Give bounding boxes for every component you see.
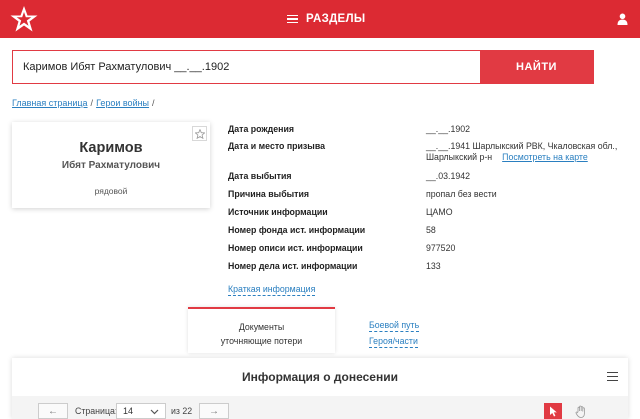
person-surname: Каримов bbox=[79, 140, 143, 156]
next-page-button[interactable]: → bbox=[199, 403, 229, 419]
draft-district: Шарлыкский р-н bbox=[426, 152, 493, 162]
search-bar: НАЙТИ bbox=[12, 50, 594, 84]
info-label: Номер дела ист. информации bbox=[228, 261, 358, 271]
breadcrumb-home-link[interactable]: Главная страница bbox=[12, 98, 88, 108]
breadcrumb-heroes-link[interactable]: Герои войны bbox=[96, 98, 149, 108]
select-tool-button[interactable] bbox=[544, 403, 562, 419]
page-total: из 22 bbox=[171, 406, 193, 416]
info-value: 58 bbox=[426, 225, 436, 235]
info-value: 977520 bbox=[426, 243, 456, 253]
search-button[interactable]: НАЙТИ bbox=[480, 51, 593, 83]
info-value: пропал без вести bbox=[426, 189, 497, 199]
tab-loss-documents[interactable]: Документы уточняющие потери bbox=[188, 307, 335, 353]
red-star-logo[interactable] bbox=[0, 0, 48, 38]
breadcrumb-separator: / bbox=[152, 98, 155, 108]
info-label: Источник информации bbox=[228, 207, 328, 217]
favorite-button[interactable] bbox=[192, 126, 207, 141]
arrow-left-icon: ← bbox=[48, 405, 58, 417]
star-outline-icon bbox=[194, 128, 205, 139]
top-header: РАЗДЕЛЫ bbox=[0, 0, 640, 38]
hand-icon bbox=[575, 405, 585, 418]
tab-loss-documents-line1: Документы bbox=[238, 322, 285, 332]
report-panel-header: Информация о донесении bbox=[12, 358, 628, 396]
view-on-map-link[interactable]: Посмотреть на карте bbox=[502, 152, 588, 162]
hamburger-icon bbox=[287, 14, 298, 24]
panel-menu-icon[interactable] bbox=[607, 372, 618, 381]
short-info-link[interactable]: Краткая информация bbox=[228, 284, 316, 296]
search-input[interactable] bbox=[13, 51, 480, 83]
user-icon bbox=[617, 13, 627, 25]
pan-tool-button[interactable] bbox=[572, 403, 590, 419]
info-label: Номер фонда ист. информации bbox=[228, 225, 366, 235]
draft-date-place: __.__.1941 Шарлыкский РВК, Чкаловская об… bbox=[426, 141, 618, 151]
info-value: 133 bbox=[426, 261, 441, 271]
page-select[interactable]: 14 bbox=[116, 403, 166, 419]
breadcrumb-separator: / bbox=[90, 98, 94, 108]
info-value: __.03.1942 bbox=[426, 171, 471, 181]
person-card: Каримов Ибят Рахматулович рядовой bbox=[12, 122, 210, 208]
info-label: Дата выбытия bbox=[228, 171, 292, 181]
info-label: Номер описи ист. информации bbox=[228, 243, 363, 253]
info-value: __.__.1902 bbox=[426, 124, 471, 134]
breadcrumb: Главная страница / Герои войны / bbox=[12, 98, 158, 108]
prev-page-button[interactable]: ← bbox=[38, 403, 68, 419]
info-label: Дата и место призыва bbox=[228, 141, 326, 151]
arrow-right-icon: → bbox=[209, 405, 219, 417]
tab-loss-documents-line2: уточняющие потери bbox=[220, 336, 303, 346]
info-label: Причина выбытия bbox=[228, 189, 309, 199]
person-given-names: Ибят Рахматулович bbox=[61, 160, 161, 171]
tab-combat-path[interactable]: Боевой путь bbox=[369, 320, 420, 332]
tab-hero-unit[interactable]: Героя/части bbox=[369, 336, 418, 348]
page-label: Страница: bbox=[75, 406, 118, 416]
sections-menu-button[interactable]: РАЗДЕЛЫ bbox=[287, 0, 365, 38]
info-value: __.__.1941 Шарлыкский РВК, Чкаловская об… bbox=[426, 141, 617, 163]
cursor-arrow-icon bbox=[549, 406, 557, 416]
person-rank: рядовой bbox=[94, 186, 128, 196]
sections-menu-label: РАЗДЕЛЫ bbox=[306, 13, 366, 25]
chevron-down-icon bbox=[150, 406, 159, 419]
user-profile-button[interactable] bbox=[604, 0, 640, 38]
info-value: ЦАМО bbox=[426, 207, 453, 217]
page-select-value: 14 bbox=[123, 406, 134, 416]
info-label: Дата рождения bbox=[228, 124, 295, 134]
report-panel-title: Информация о донесении bbox=[242, 370, 398, 384]
